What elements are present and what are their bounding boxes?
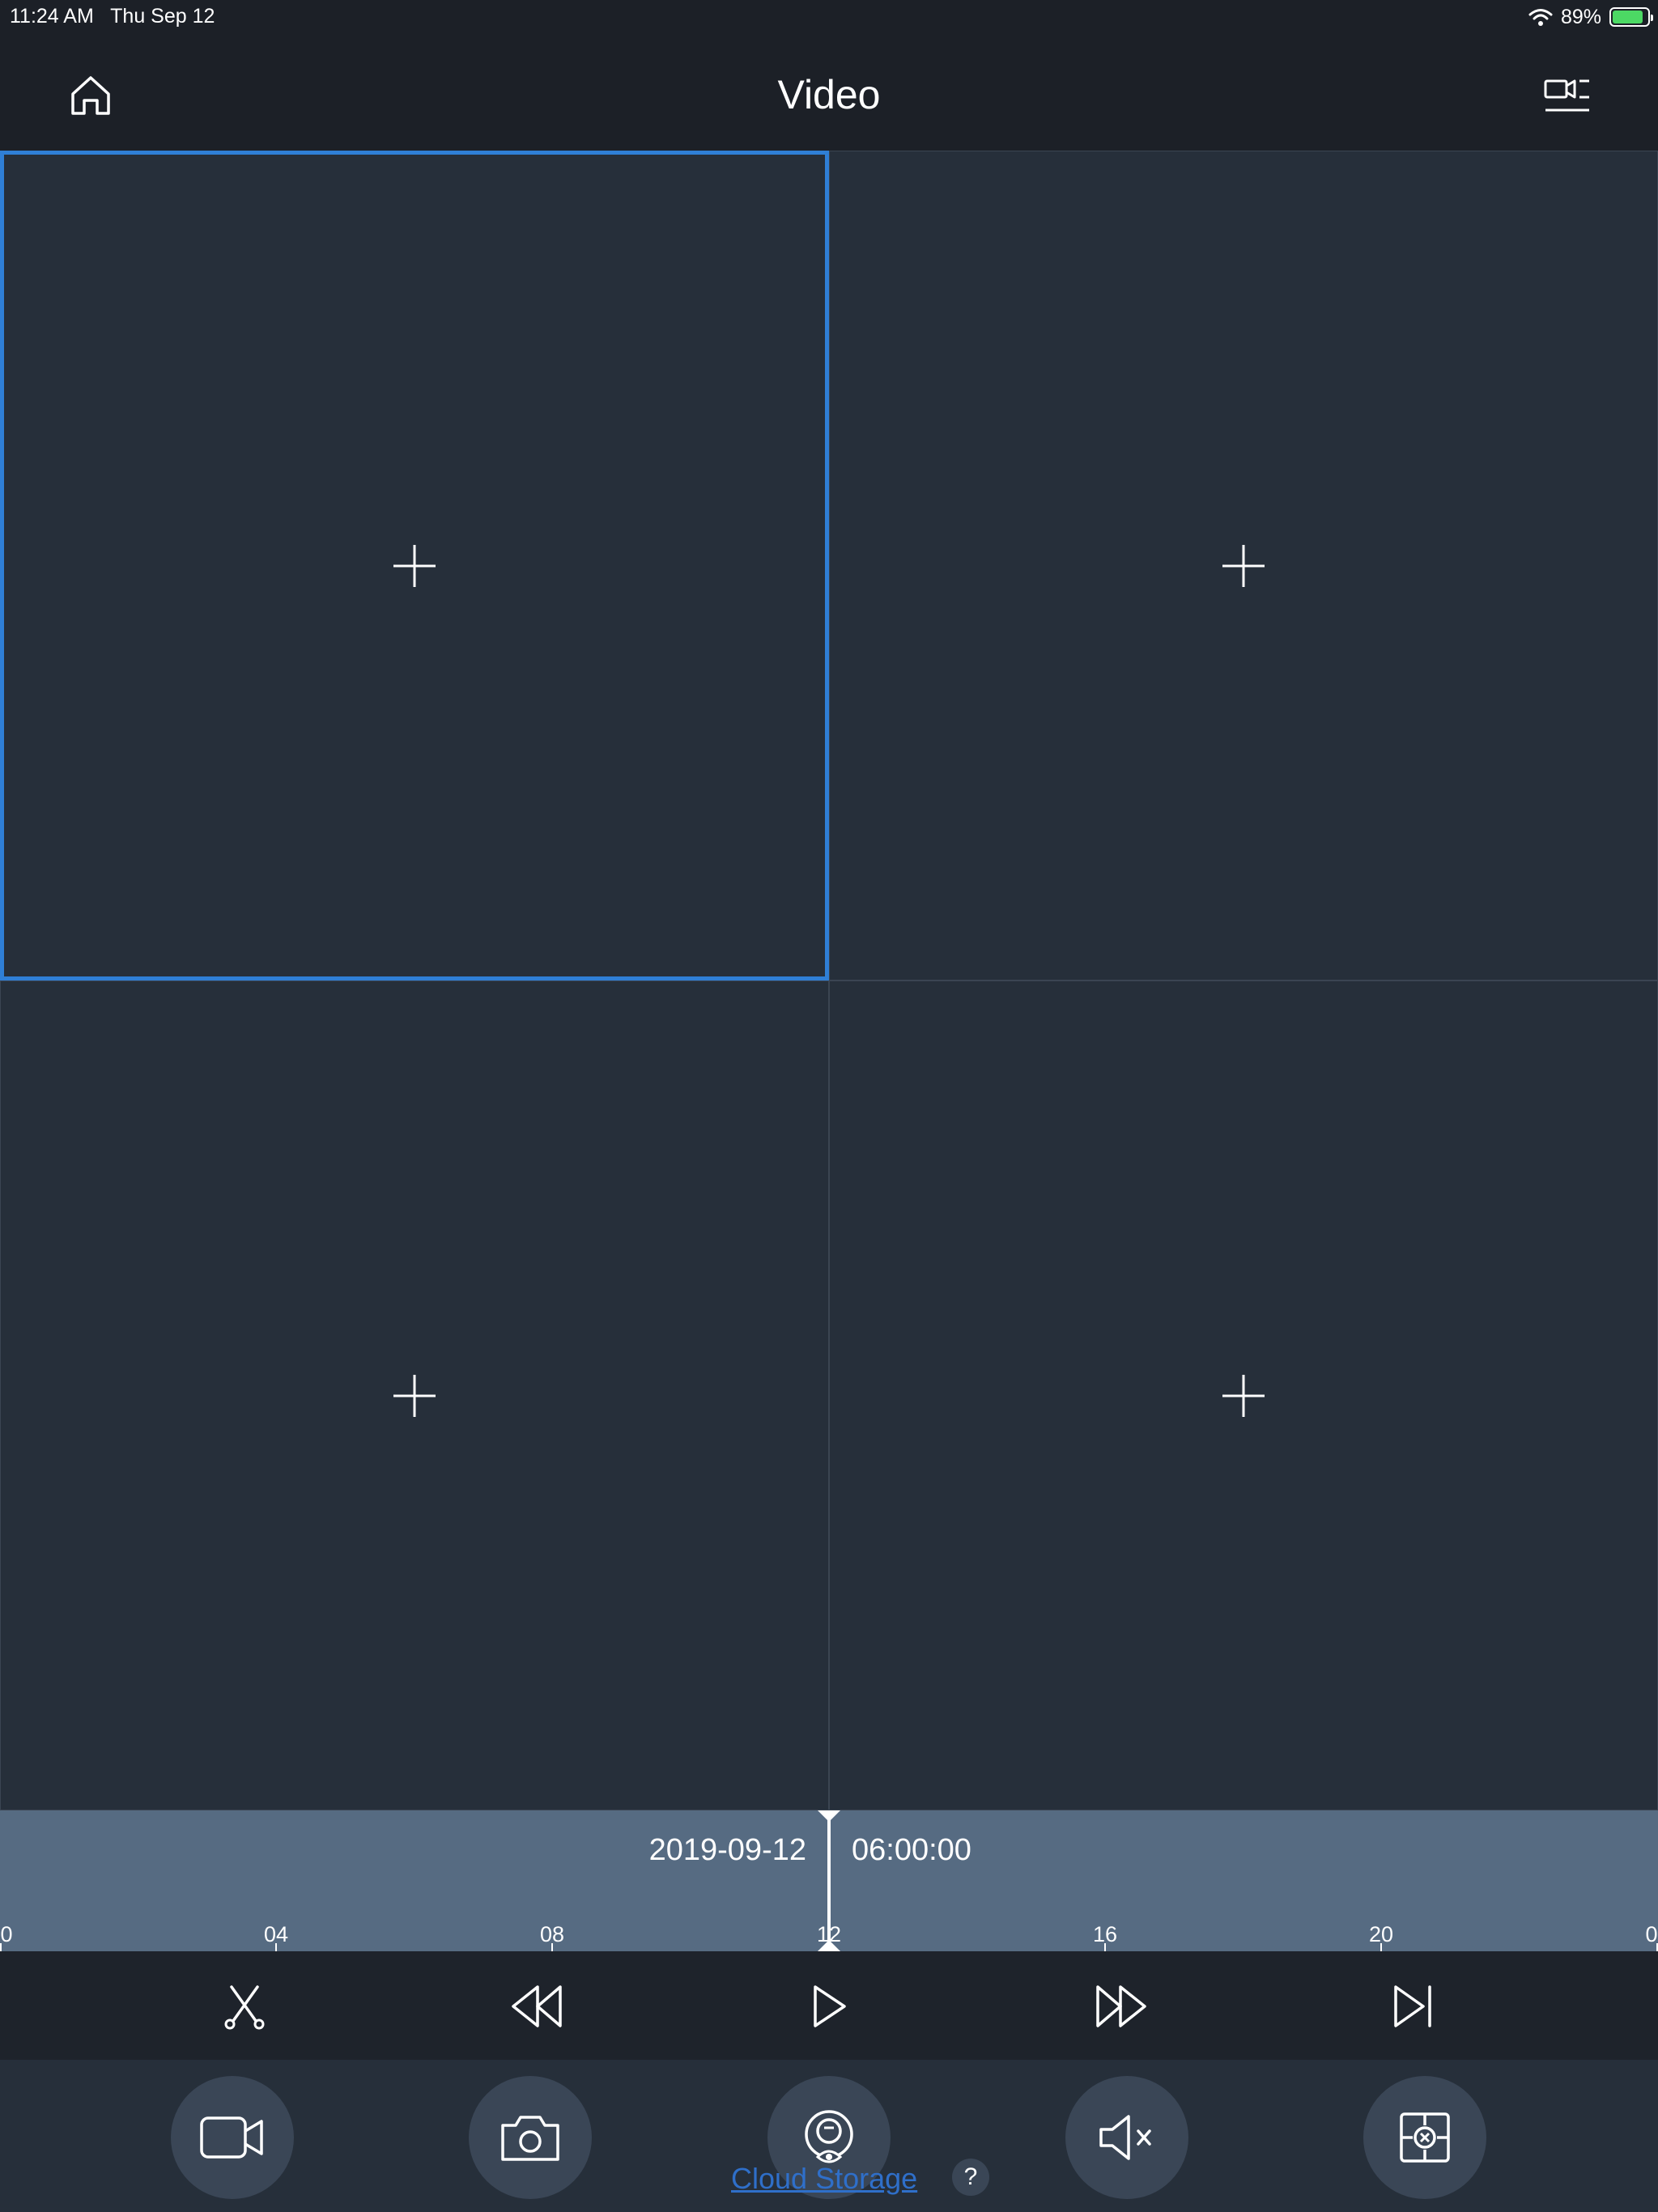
cloud-storage-icon [798,2107,860,2168]
timeline-date: 2019-09-12 [648,1833,806,1867]
play-button[interactable] [800,1977,858,2035]
status-right: 89% [1528,5,1653,29]
close-all-button[interactable] [1363,2076,1486,2199]
mute-button[interactable] [1065,2076,1188,2199]
help-button[interactable]: ? [952,2159,989,2196]
cloud-storage-link[interactable]: Cloud Storage [731,2162,917,2196]
record-icon [198,2112,266,2163]
timeline-time: 06:00:00 [852,1833,971,1867]
timeline-cursor[interactable] [827,1810,831,1951]
playback-controls [0,1951,1658,2060]
battery-icon [1609,7,1653,27]
play-icon [809,1982,849,2031]
page-title: Video [777,72,881,117]
timeline-cursor-top-marker [818,1810,840,1822]
mute-icon [1096,2112,1158,2163]
fast-forward-icon [1093,1982,1150,2031]
battery-level [1613,11,1643,23]
add-icon [392,1373,437,1419]
video-cell-4[interactable] [829,981,1658,1810]
add-icon [392,543,437,589]
wifi-icon [1528,7,1553,27]
close-all-icon [1397,2109,1453,2166]
camera-list-icon [1542,74,1592,117]
nav-bar: Video [0,32,1658,151]
status-bar: 11:24 AM Thu Sep 12 89% [0,0,1658,32]
skip-next-button[interactable] [1384,1977,1443,2035]
video-grid [0,151,1658,1810]
video-cell-2[interactable] [829,151,1658,981]
rewind-button[interactable] [508,1977,566,2035]
snapshot-button[interactable] [469,2076,592,2199]
add-icon [1221,1373,1266,1419]
clip-button[interactable] [215,1977,274,2035]
timeline-tick [551,1943,553,1951]
timeline-tick-label: 0 [0,1922,13,1946]
rewind-icon [508,1982,565,2031]
status-time: 11:24 AM Thu Sep 12 [10,5,215,28]
timeline[interactable]: 2019-09-12 06:00:00 0 04 08 12 16 20 0 [0,1810,1658,1951]
timeline-cursor-bottom-marker [818,1940,840,1951]
skip-next-icon [1391,1982,1436,2031]
bottom-toolbar: Cloud Storage ? [0,2060,1658,2212]
battery-percent: 89% [1560,5,1601,28]
fast-forward-button[interactable] [1092,1977,1150,2035]
video-cell-1[interactable] [0,151,829,981]
add-icon [1221,543,1266,589]
timeline-tick [1104,1943,1106,1951]
camera-list-button[interactable] [1541,70,1593,121]
record-button[interactable] [171,2076,294,2199]
timeline-tick [0,1943,2,1951]
snapshot-icon [498,2111,563,2164]
video-cell-3[interactable] [0,981,829,1810]
timeline-tick [1380,1943,1382,1951]
clip-icon [220,1982,269,2031]
timeline-tick [275,1943,277,1951]
